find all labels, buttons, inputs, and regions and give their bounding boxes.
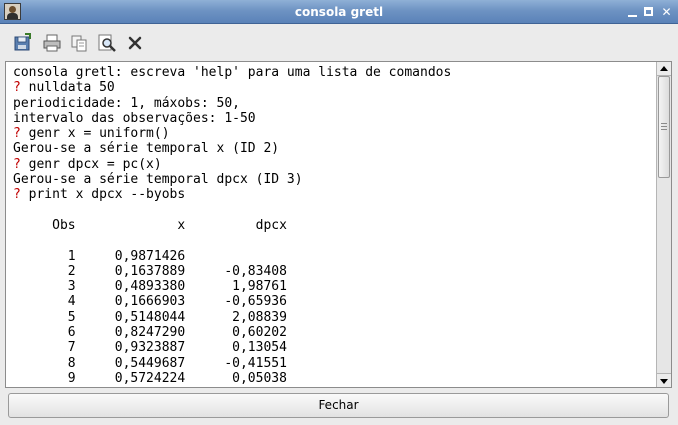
minimize-icon (628, 15, 637, 17)
copy-button[interactable] (68, 32, 90, 54)
console-line-text: intervalo das observações: 1-50 (13, 110, 256, 126)
console-line-text: 10 0,03258 0,94300 (13, 386, 279, 387)
close-console-button[interactable] (124, 32, 146, 54)
console-line: 3 0,4893380 1,98761 (13, 279, 653, 294)
console-line: 1 0,9871426 (13, 249, 653, 264)
console-line: consola gretl: escreva 'help' para uma l… (13, 65, 653, 80)
console-area[interactable]: consola gretl: escreva 'help' para uma l… (5, 61, 672, 388)
arrow-down-icon (660, 379, 668, 384)
vertical-scrollbar[interactable] (656, 62, 671, 387)
console-line-text: 6 0,8247290 0,60202 (13, 325, 287, 341)
console-line: 2 0,1637889 -0,83408 (13, 264, 653, 279)
prompt-marker: ? (13, 80, 29, 96)
arrow-up-icon (660, 66, 668, 71)
console-line-text: 9 0,5724224 0,05038 (13, 370, 287, 386)
find-button[interactable] (96, 32, 118, 54)
console-line: 8 0,5449687 -0,41551 (13, 356, 653, 371)
console-line: Obs x dpcx (13, 218, 653, 233)
console-line: 9 0,5724224 0,05038 (13, 371, 653, 386)
window-title: consola gretl (294, 5, 384, 19)
console-output[interactable]: consola gretl: escreva 'help' para uma l… (13, 65, 653, 387)
console-line: periodicidade: 1, máxobs: 50, (13, 96, 653, 111)
maximize-button[interactable] (643, 6, 656, 19)
save-as-button[interactable] (11, 32, 33, 54)
save-as-icon (14, 33, 31, 51)
console-line-text: periodicidade: 1, máxobs: 50, (13, 95, 240, 111)
print-button[interactable] (41, 32, 63, 54)
console-line: Gerou-se a série temporal dpcx (ID 3) (13, 172, 653, 187)
fechar-button[interactable]: Fechar (8, 393, 669, 418)
console-line-text: Gerou-se a série temporal x (ID 2) (13, 141, 280, 157)
console-line: 6 0,8247290 0,60202 (13, 325, 653, 340)
minimize-button[interactable] (626, 6, 639, 19)
window-close-button[interactable]: ✕ (660, 6, 673, 19)
scroll-up-button[interactable] (657, 62, 671, 76)
prompt-marker: ? (13, 156, 29, 172)
console-line-text: nulldata 50 (28, 80, 115, 96)
console-line-text: print x dpcx --byobs (28, 187, 186, 203)
console-line: ? nulldata 50 (13, 80, 653, 95)
console-line: ? genr dpcx = pc(x) (13, 157, 653, 172)
console-line: 7 0,9323887 0,13054 (13, 340, 653, 355)
console-line: ? print x dpcx --byobs (13, 187, 653, 202)
console-line-text: 8 0,5449687 -0,41551 (13, 355, 287, 371)
title-bar[interactable]: consola gretl ✕ (0, 0, 678, 24)
console-line: 10 0,03258 0,94300 (13, 386, 653, 387)
console-line-text: genr dpcx = pc(x) (28, 156, 162, 172)
console-line: ? genr x = uniform() (13, 126, 653, 141)
console-line: 4 0,1666903 -0,65936 (13, 294, 653, 309)
close-icon (128, 36, 142, 50)
console-line-text: Gerou-se a série temporal dpcx (ID 3) (13, 172, 303, 188)
console-line-text: consola gretl: escreva 'help' para uma l… (13, 65, 452, 80)
console-line-text: 3 0,4893380 1,98761 (13, 279, 287, 295)
console-line-text: 7 0,9323887 0,13054 (13, 340, 287, 356)
toolbar (0, 24, 678, 60)
console-line: intervalo das observações: 1-50 (13, 111, 653, 126)
console-line: Gerou-se a série temporal x (ID 2) (13, 141, 653, 156)
find-icon (98, 34, 116, 52)
scroll-thumb[interactable] (658, 76, 670, 178)
console-line-text: 4 0,1666903 -0,65936 (13, 294, 287, 310)
prompt-marker: ? (13, 126, 29, 142)
console-line-text: genr x = uniform() (28, 126, 170, 142)
console-line-text: Obs x dpcx (13, 217, 287, 233)
prompt-marker: ? (13, 187, 29, 203)
console-line-text: 1 0,9871426 (13, 248, 186, 264)
copy-icon (71, 35, 87, 52)
maximize-icon (644, 7, 653, 16)
console-line-text: 2 0,1637889 -0,83408 (13, 263, 287, 279)
scroll-down-button[interactable] (657, 373, 671, 387)
print-icon (43, 34, 61, 52)
console-line-text: 5 0,5148044 2,08839 (13, 309, 287, 325)
console-line: 5 0,5148044 2,08839 (13, 310, 653, 325)
